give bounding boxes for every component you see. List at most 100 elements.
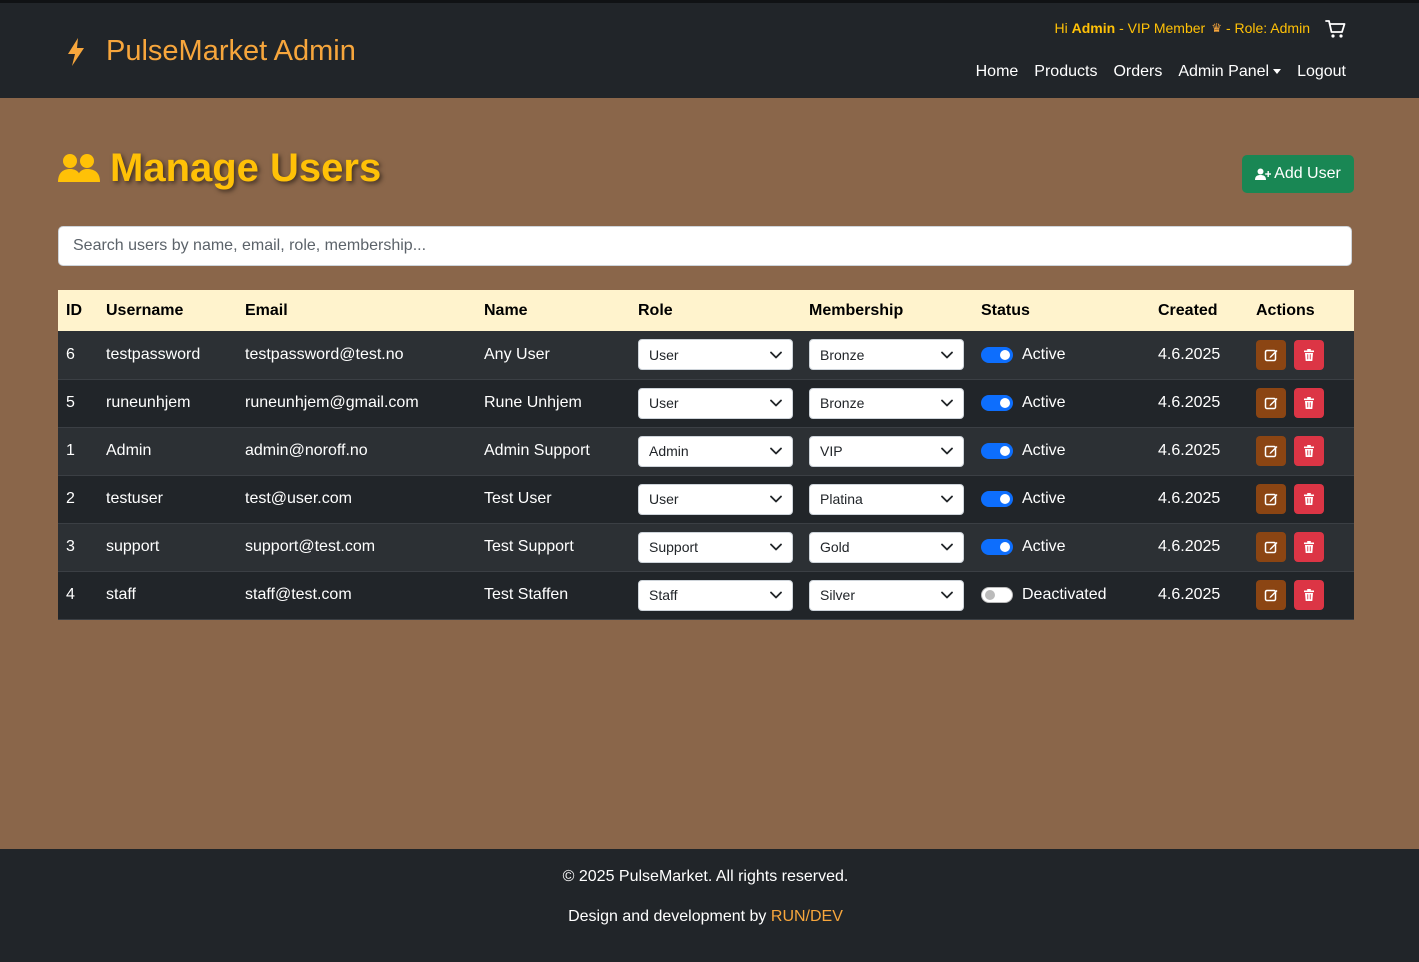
membership-select[interactable]: Bronze [809, 339, 964, 371]
delete-button[interactable] [1294, 580, 1324, 610]
edit-button[interactable] [1256, 580, 1286, 610]
membership-select-value: Platina [820, 491, 863, 507]
col-header-actions: Actions [1248, 290, 1354, 331]
role-select-value: User [649, 395, 679, 411]
cell-actions [1248, 523, 1354, 572]
cell-email: runeunhjem@gmail.com [237, 379, 476, 428]
membership-select[interactable]: Bronze [809, 387, 964, 419]
edit-button[interactable] [1256, 339, 1286, 370]
membership-select[interactable]: VIP [809, 435, 964, 467]
cell-status: Active [973, 523, 1150, 572]
cell-status: Active [973, 331, 1150, 380]
membership-select[interactable]: Gold [809, 531, 964, 563]
delete-button[interactable] [1294, 388, 1324, 418]
trash-icon [1304, 541, 1314, 553]
membership-select[interactable]: Silver [809, 579, 964, 611]
edit-button[interactable] [1256, 436, 1286, 466]
page-title: Manage Users [58, 146, 381, 191]
status-toggle[interactable] [981, 539, 1013, 555]
chevron-down-icon [941, 399, 953, 407]
cart-icon[interactable] [1325, 18, 1347, 40]
membership-select-value: Gold [820, 539, 850, 555]
trash-icon [1304, 493, 1314, 505]
toggle-knob [1000, 349, 1010, 360]
edit-button[interactable] [1256, 484, 1286, 514]
role-select-value: User [649, 491, 679, 507]
nav-admin-panel[interactable]: Admin Panel [1178, 63, 1282, 81]
page-title-text: Manage Users [110, 146, 382, 190]
cell-email: test@user.com [237, 475, 476, 524]
col-header-role: Role [630, 290, 801, 331]
nav-orders[interactable]: Orders [1113, 63, 1162, 81]
navbar: PulseMarket Admin Hi Admin - VIP Member … [0, 0, 1419, 98]
crown-icon: ♛ [1211, 21, 1222, 35]
footer: © 2025 PulseMarket. All rights reserved.… [0, 849, 1419, 962]
cell-id: 5 [58, 379, 98, 428]
add-user-label: Add User [1274, 165, 1341, 182]
edit-icon [1264, 541, 1278, 554]
status-label: Active [1022, 538, 1066, 555]
cell-role: Admin [630, 427, 801, 476]
search-input[interactable] [58, 226, 1352, 266]
footer-credit: Design and development by RUN/DEV [0, 908, 1411, 926]
footer-credit-link[interactable]: RUN/DEV [771, 908, 843, 925]
cell-email: support@test.com [237, 523, 476, 572]
cell-created: 4.6.2025 [1150, 571, 1248, 620]
role-select[interactable]: Admin [638, 435, 793, 467]
nav-products[interactable]: Products [1034, 63, 1097, 81]
cell-status: Active [973, 475, 1150, 524]
cell-email: admin@noroff.no [237, 427, 476, 476]
toggle-knob [985, 590, 995, 600]
role-select[interactable]: Staff [638, 579, 793, 611]
col-header-name: Name [476, 290, 630, 331]
delete-button[interactable] [1294, 484, 1324, 514]
status-toggle[interactable] [981, 443, 1013, 459]
role-select-value: Admin [649, 443, 689, 459]
edit-icon [1264, 397, 1278, 410]
membership-select[interactable]: Platina [809, 483, 964, 515]
toggle-knob [1000, 494, 1010, 504]
delete-button[interactable] [1294, 436, 1324, 466]
status-toggle[interactable] [981, 346, 1013, 363]
brand[interactable]: PulseMarket Admin [64, 35, 356, 68]
user-info: Hi Admin - VIP Member ♛ - Role: Admin [1055, 20, 1311, 36]
cell-name: Test Staffen [476, 571, 630, 620]
cell-id: 6 [58, 331, 98, 380]
col-header-email: Email [237, 290, 476, 331]
delete-button[interactable] [1294, 339, 1324, 370]
cell-role: Support [630, 523, 801, 572]
cell-status: Active [973, 379, 1150, 428]
edit-button[interactable] [1256, 388, 1286, 418]
edit-button[interactable] [1256, 532, 1286, 562]
cell-id: 1 [58, 427, 98, 476]
cell-id: 4 [58, 571, 98, 620]
table-row: 2 testuser test@user.com Test User User Plati… [58, 475, 1354, 524]
chevron-down-icon [770, 447, 782, 455]
cell-username: testuser [98, 475, 237, 524]
delete-button[interactable] [1294, 532, 1324, 562]
role-select[interactable]: User [638, 387, 793, 419]
cell-email: staff@test.com [237, 571, 476, 620]
users-icon [58, 153, 100, 182]
greeting-hi: Hi [1054, 20, 1068, 36]
add-user-button[interactable]: Add User [1242, 155, 1354, 193]
cell-role: User [630, 331, 801, 380]
chevron-down-icon [770, 399, 782, 407]
role-select[interactable]: User [638, 483, 793, 515]
table-row: 5 runeunhjem runeunhjem@gmail.com Rune Unhj… [58, 379, 1354, 428]
nav-home[interactable]: Home [976, 63, 1019, 81]
footer-copyright: © 2025 PulseMarket. All rights reserved. [562, 868, 849, 885]
chevron-down-icon [941, 447, 953, 455]
nav-links: Home Products Orders Admin Panel Logout [960, 63, 1346, 81]
membership-text: - VIP Member [1119, 20, 1206, 36]
cell-created: 4.6.2025 [1150, 523, 1248, 572]
nav-logout[interactable]: Logout [1297, 63, 1346, 81]
role-select[interactable]: User [638, 339, 793, 371]
status-toggle[interactable] [981, 395, 1013, 411]
role-select[interactable]: Support [638, 531, 793, 563]
status-toggle[interactable] [981, 587, 1013, 603]
status-label: Deactivated [1022, 586, 1107, 603]
status-toggle[interactable] [981, 491, 1013, 507]
status-label: Active [1022, 394, 1066, 411]
chevron-down-icon [941, 543, 953, 551]
